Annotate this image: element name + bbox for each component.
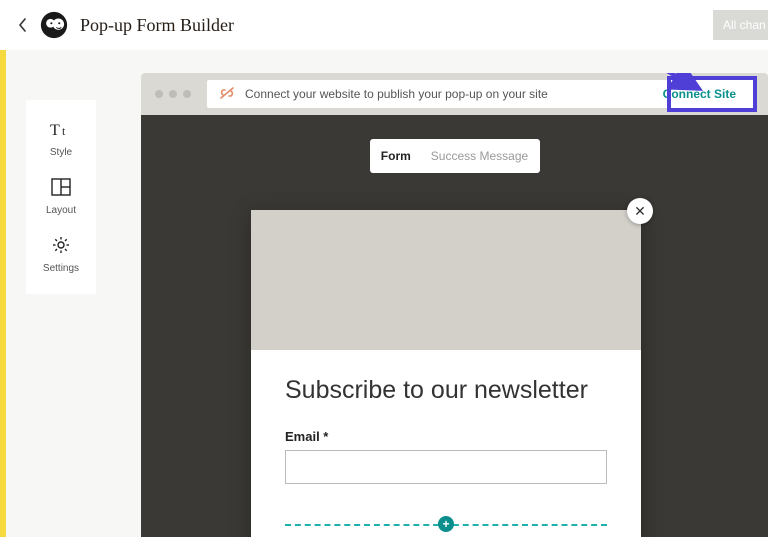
sidebar-item-label: Layout [46,205,76,216]
add-block-button[interactable]: + [438,516,454,532]
unlinked-icon [219,86,235,103]
gear-icon [52,236,70,259]
back-button[interactable] [14,16,32,34]
sidebar-item-layout[interactable]: Layout [26,168,96,226]
sidebar: Tt Style Layout Settings [6,50,111,537]
window-controls [155,90,191,98]
mailchimp-logo-icon [40,11,68,39]
sidebar-item-settings[interactable]: Settings [26,226,96,284]
notice-text: Connect your website to publish your pop… [245,87,548,101]
sidebar-item-style[interactable]: Tt Style [26,110,96,168]
sidebar-item-label: Style [50,147,72,158]
popup-form: ✕ Subscribe to our newsletter Email * + [251,210,641,537]
preview-tabs: Form Success Message [370,139,540,173]
type-icon: Tt [50,120,72,143]
preview-viewport: Form Success Message ✕ Subscribe to our … [141,115,768,537]
preview-area: Connect your website to publish your pop… [111,50,768,537]
layout-icon [51,178,71,201]
popup-image-placeholder[interactable] [251,210,641,350]
sidebar-item-label: Settings [43,263,79,274]
close-icon: ✕ [634,203,646,220]
connect-site-button[interactable]: Connect Site [657,83,742,105]
tab-success-message[interactable]: Success Message [421,139,538,173]
close-button[interactable]: ✕ [627,198,653,224]
email-label: Email * [285,429,607,444]
browser-frame: Connect your website to publish your pop… [141,73,768,537]
email-input[interactable] [285,450,607,484]
top-bar: Pop-up Form Builder All chan [0,0,768,50]
svg-text:t: t [62,124,66,138]
tab-form[interactable]: Form [371,139,421,173]
plus-icon: + [442,517,449,531]
all-changes-button[interactable]: All chan [713,10,768,40]
svg-text:T: T [50,122,60,138]
notice-bar: Connect your website to publish your pop… [207,80,754,108]
popup-title[interactable]: Subscribe to our newsletter [285,376,607,405]
page-title: Pop-up Form Builder [80,15,234,36]
